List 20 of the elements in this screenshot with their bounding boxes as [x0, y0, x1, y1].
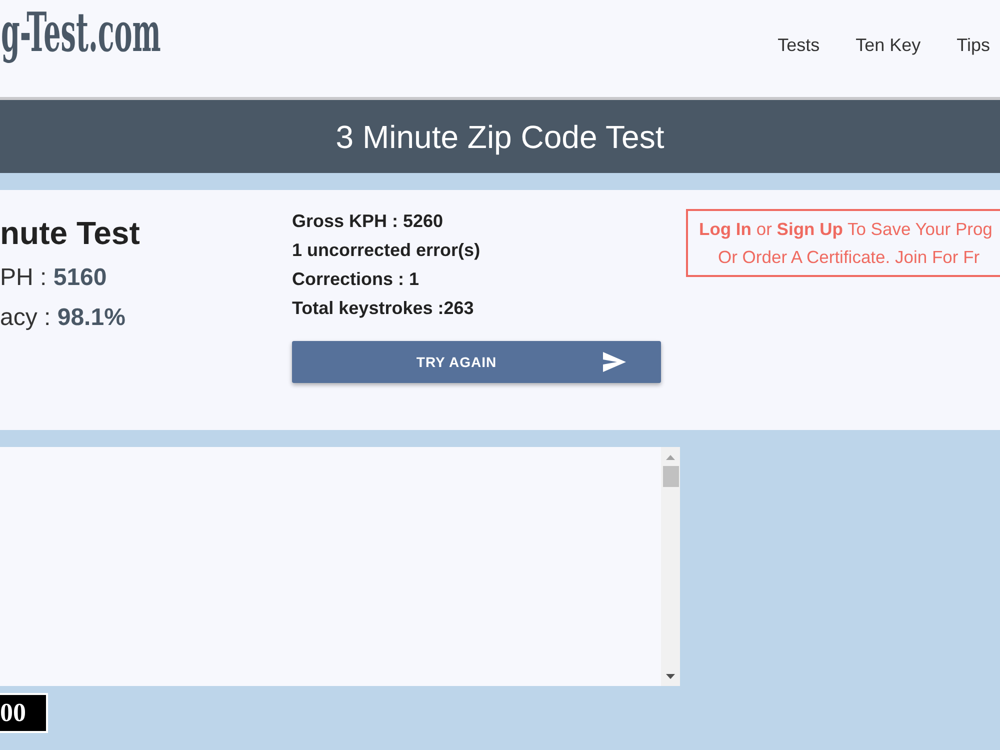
scroll-down-icon[interactable]	[666, 674, 675, 679]
result-stat: PH : 5160	[0, 263, 108, 293]
result-detail: 1 uncorrected error(s)	[292, 239, 482, 262]
signup-prompt: Log In or Sign Up To Save Your Prog Or Order A Certificate. Join For Fr	[686, 209, 1000, 277]
nav-link[interactable]: Tests	[778, 33, 820, 57]
scrollbar-thumb[interactable]	[662, 466, 678, 487]
send-icon	[603, 352, 626, 372]
site-logo[interactable]: g-Test.com	[1, 2, 161, 62]
result-detail: Corrections : 1	[292, 268, 420, 291]
result-detail: Gross KPH : 5260	[292, 210, 444, 233]
page-title: 3 Minute Zip Code Test	[336, 118, 664, 156]
result-detail: Total keystrokes :263	[292, 297, 475, 320]
nav-link[interactable]: Tips	[956, 33, 990, 57]
try-again-button[interactable]: TRY AGAIN	[292, 341, 661, 383]
result-stat: acy : 98.1%	[0, 303, 126, 333]
nav-link[interactable]: Ten Key	[856, 33, 921, 57]
results-heading: nute Test	[0, 215, 141, 251]
scrollbar[interactable]	[661, 447, 680, 686]
counter-display: 00	[0, 693, 48, 733]
scroll-up-icon[interactable]	[666, 455, 675, 460]
